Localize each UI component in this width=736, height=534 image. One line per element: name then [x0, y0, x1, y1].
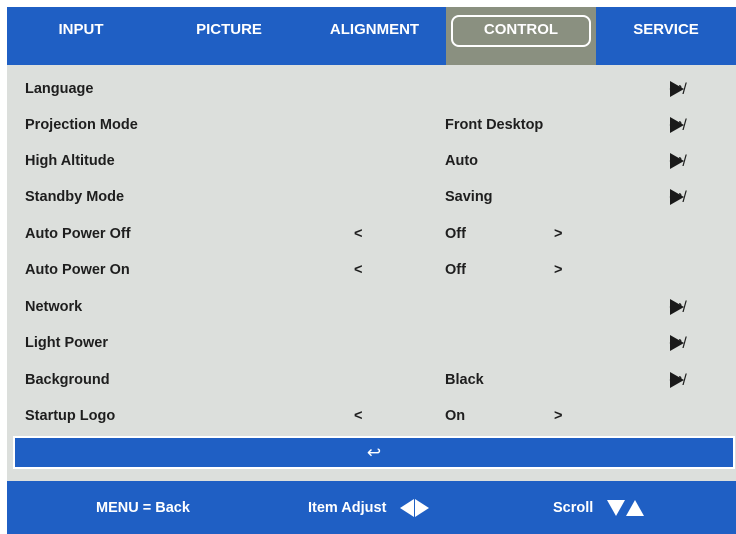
decrease-arrow[interactable]: <: [354, 408, 362, 424]
row-label: Light Power: [25, 335, 108, 351]
decrease-arrow[interactable]: <: [354, 262, 362, 278]
tab-label: CONTROL: [483, 20, 559, 38]
triangle-down-icon: [607, 499, 626, 516]
hint-item-adjust-label: Item Adjust: [308, 499, 387, 516]
menu-row-background[interactable]: Background Black ↩/: [7, 362, 736, 398]
menu-row-standby-mode[interactable]: Standby Mode Saving ↩/: [7, 179, 736, 215]
row-label: Language: [25, 81, 94, 97]
menu-row-auto-power-off[interactable]: Auto Power Off < Off >: [7, 216, 736, 252]
row-value: Off: [445, 226, 466, 242]
decrease-arrow[interactable]: <: [354, 226, 362, 242]
menu-row-light-power[interactable]: Light Power ↩/: [7, 325, 736, 361]
tab-control[interactable]: CONTROL: [446, 7, 596, 65]
row-label: High Altitude: [25, 153, 115, 169]
row-value: Black: [445, 372, 484, 388]
triangle-right-icon: [670, 81, 684, 97]
row-label: Projection Mode: [25, 117, 138, 133]
tab-input[interactable]: INPUT: [7, 7, 155, 65]
triangle-up-icon: [626, 499, 645, 516]
hint-item-adjust: Item Adjust: [308, 481, 430, 534]
menu-row-high-altitude[interactable]: High Altitude Auto ↩/: [7, 143, 736, 179]
triangle-right-icon: [670, 153, 684, 169]
triangle-right-icon: [670, 299, 684, 315]
osd-menu: INPUT PICTURE ALIGNMENT CONTROL SERVICE …: [7, 7, 736, 534]
triangle-right-icon: [670, 372, 684, 388]
row-label: Background: [25, 372, 110, 388]
row-value: Auto: [445, 153, 479, 169]
row-value: Front Desktop: [445, 117, 544, 133]
increase-arrow[interactable]: >: [554, 408, 562, 424]
hint-menu-back-label: MENU = Back: [96, 499, 190, 516]
row-label: Network: [25, 299, 83, 315]
tab-label: ALIGNMENT: [329, 20, 420, 38]
increase-arrow[interactable]: >: [554, 226, 562, 242]
tab-label: SERVICE: [633, 20, 699, 38]
hint-menu-back: MENU = Back: [96, 481, 190, 534]
triangle-left-icon: [400, 498, 415, 517]
triangle-right-icon: [670, 117, 684, 133]
menu-row-startup-logo[interactable]: Startup Logo < On >: [7, 398, 736, 434]
hint-scroll: Scroll: [553, 481, 645, 534]
triangle-right-icon: [670, 189, 684, 205]
footer-hint-bar: MENU = Back Item Adjust Scroll: [7, 481, 736, 534]
row-value: Off: [445, 262, 466, 278]
return-icon: ↩: [366, 442, 382, 462]
hint-scroll-label: Scroll: [553, 499, 594, 516]
increase-arrow[interactable]: >: [554, 262, 562, 278]
return-button[interactable]: ↩: [13, 436, 735, 469]
row-value: On: [445, 408, 466, 424]
triangle-right-icon: [415, 498, 430, 517]
tab-alignment[interactable]: ALIGNMENT: [303, 7, 446, 65]
row-value: Saving: [445, 189, 493, 205]
row-label: Standby Mode: [25, 189, 125, 205]
triangle-right-icon: [670, 335, 684, 351]
tab-picture[interactable]: PICTURE: [155, 7, 303, 65]
tab-bar: INPUT PICTURE ALIGNMENT CONTROL SERVICE: [7, 7, 736, 65]
tab-label: PICTURE: [196, 20, 262, 38]
menu-row-auto-power-on[interactable]: Auto Power On < Off >: [7, 252, 736, 288]
menu-row-network[interactable]: Network ↩/: [7, 289, 736, 325]
row-label: Auto Power Off: [25, 226, 131, 242]
row-label: Startup Logo: [25, 408, 116, 424]
row-label: Auto Power On: [25, 262, 130, 278]
tab-label: INPUT: [58, 20, 104, 38]
menu-row-language[interactable]: Language ↩/: [7, 71, 736, 107]
menu-row-projection-mode[interactable]: Projection Mode Front Desktop ↩/: [7, 107, 736, 143]
tab-service[interactable]: SERVICE: [596, 7, 736, 65]
